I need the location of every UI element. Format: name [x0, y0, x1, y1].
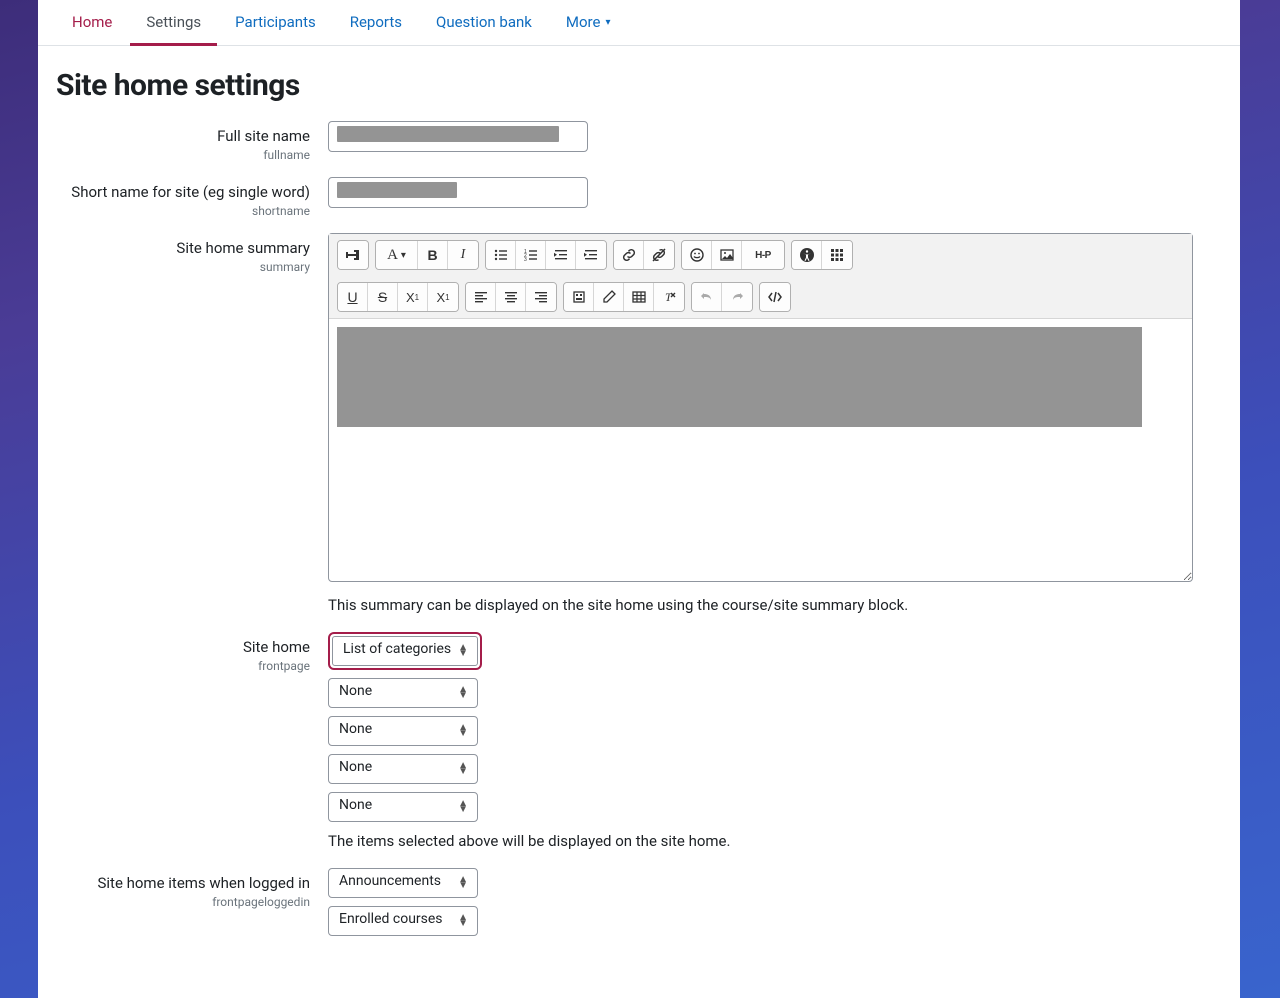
tab-more-label: More — [566, 13, 601, 31]
underline-button[interactable]: U — [338, 283, 368, 311]
sublabel-shortname: shortname — [56, 204, 310, 220]
equation-button[interactable] — [564, 283, 594, 311]
edit-button[interactable] — [594, 283, 624, 311]
tab-reports[interactable]: Reports — [334, 0, 418, 46]
toggle-toolbar-icon[interactable] — [338, 241, 368, 269]
redo-button[interactable] — [722, 283, 752, 311]
accessibility-button[interactable] — [792, 241, 822, 269]
frontpageloggedin-select-2-wrap: Enrolled courses ▲▼ — [328, 906, 478, 936]
sublabel-frontpageloggedin: frontpageloggedin — [56, 895, 310, 911]
row-frontpageloggedin: Site home items when logged in frontpage… — [56, 868, 1222, 944]
editor-toolbar: A▾ B I 123 — [329, 234, 1192, 319]
number-list-button[interactable]: 123 — [516, 241, 546, 269]
row-frontpage: Site home frontpage List of categories ▲… — [56, 632, 1222, 850]
frontpage-select-3[interactable]: None — [328, 716, 478, 746]
frontpageloggedin-select-2[interactable]: Enrolled courses — [328, 906, 478, 936]
bullet-list-button[interactable] — [486, 241, 516, 269]
superscript-button[interactable]: X1 — [428, 283, 458, 311]
row-shortname: Short name for site (eg single word) sho… — [56, 177, 1222, 219]
tab-question-bank[interactable]: Question bank — [420, 0, 548, 46]
frontpageloggedin-select-1[interactable]: Announcements — [328, 868, 478, 898]
tab-more[interactable]: More ▾ — [550, 0, 627, 46]
tab-home[interactable]: Home — [56, 0, 128, 46]
chevron-down-icon: ▾ — [605, 17, 610, 28]
frontpage-select-1-wrap: List of categories ▲▼ — [328, 632, 482, 670]
outdent-button[interactable] — [546, 241, 576, 269]
redacted-value — [337, 126, 559, 142]
summary-hint: This summary can be displayed on the sit… — [328, 596, 1222, 614]
frontpage-hint: The items selected above will be display… — [328, 832, 1222, 850]
fullname-input[interactable] — [328, 121, 588, 152]
indent-button[interactable] — [576, 241, 606, 269]
label-summary: Site home summary — [56, 239, 310, 259]
align-center-button[interactable] — [496, 283, 526, 311]
frontpage-select-2[interactable]: None — [328, 678, 478, 708]
frontpage-select-4[interactable]: None — [328, 754, 478, 784]
link-button[interactable] — [614, 241, 644, 269]
label-shortname: Short name for site (eg single word) — [56, 183, 310, 203]
frontpageloggedin-select-1-wrap: Announcements ▲▼ — [328, 868, 478, 898]
undo-button[interactable] — [692, 283, 722, 311]
strike-button[interactable]: S — [368, 283, 398, 311]
image-button[interactable] — [712, 241, 742, 269]
row-summary: Site home summary summary A▾ B I — [56, 233, 1222, 614]
html-button[interactable] — [760, 283, 790, 311]
align-left-button[interactable] — [466, 283, 496, 311]
subscript-button[interactable]: X1 — [398, 283, 428, 311]
svg-text:3: 3 — [524, 257, 527, 263]
frontpage-select-5-wrap: None ▲▼ — [328, 792, 478, 822]
nav-tabs: Home Settings Participants Reports Quest… — [38, 0, 1240, 46]
frontpage-select-1[interactable]: List of categories — [332, 636, 478, 666]
sublabel-frontpage: frontpage — [56, 659, 310, 675]
tab-participants[interactable]: Participants — [219, 0, 332, 46]
summary-editor: A▾ B I 123 — [328, 233, 1193, 582]
frontpage-select-3-wrap: None ▲▼ — [328, 716, 478, 746]
clear-format-button[interactable]: T — [654, 283, 684, 311]
row-fullname: Full site name fullname — [56, 121, 1222, 163]
tab-settings[interactable]: Settings — [130, 0, 217, 46]
redacted-value — [337, 327, 1142, 427]
grid-button[interactable] — [822, 241, 852, 269]
redacted-value — [337, 182, 457, 198]
frontpage-select-5[interactable]: None — [328, 792, 478, 822]
summary-textarea[interactable] — [329, 319, 1192, 581]
h5p-button[interactable]: H-P — [742, 241, 784, 269]
emoji-button[interactable] — [682, 241, 712, 269]
table-button[interactable] — [624, 283, 654, 311]
italic-button[interactable]: I — [448, 241, 478, 269]
frontpage-select-4-wrap: None ▲▼ — [328, 754, 478, 784]
label-frontpageloggedin: Site home items when logged in — [56, 874, 310, 894]
sublabel-fullname: fullname — [56, 148, 310, 164]
align-right-button[interactable] — [526, 283, 556, 311]
paragraph-style-button[interactable]: A▾ — [376, 241, 418, 269]
sublabel-summary: summary — [56, 260, 310, 276]
label-fullname: Full site name — [56, 127, 310, 147]
label-frontpage: Site home — [56, 638, 310, 658]
bold-button[interactable]: B — [418, 241, 448, 269]
unlink-button[interactable] — [644, 241, 674, 269]
shortname-input[interactable] — [328, 177, 588, 208]
frontpage-select-2-wrap: None ▲▼ — [328, 678, 478, 708]
page-title: Site home settings — [56, 68, 1222, 103]
